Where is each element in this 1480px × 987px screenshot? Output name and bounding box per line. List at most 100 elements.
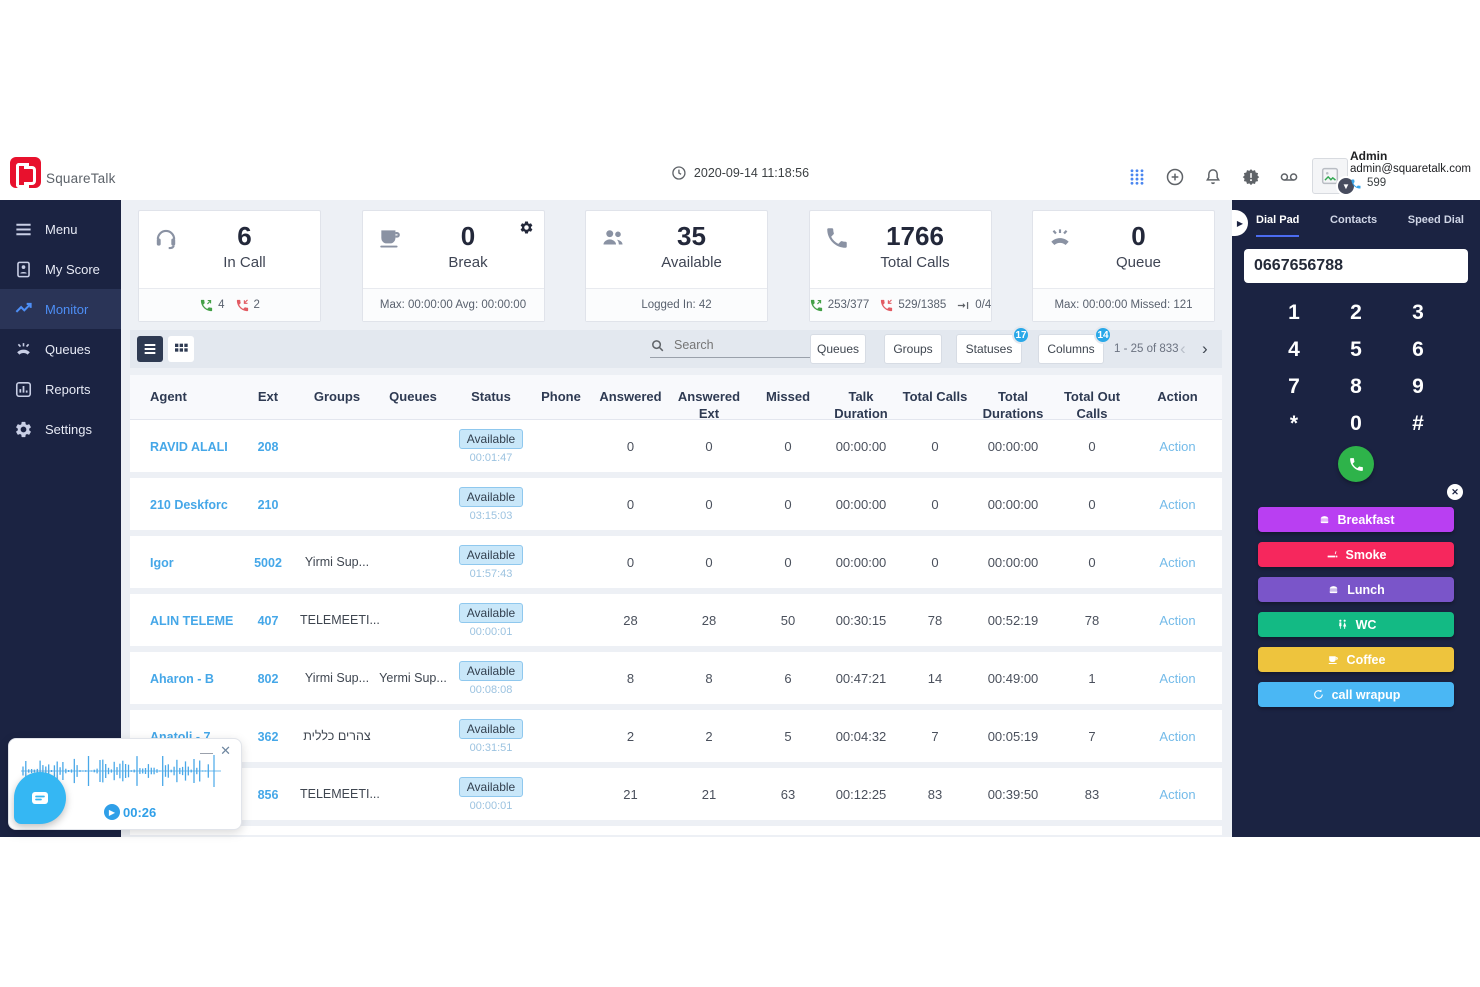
dialpad-key-5[interactable]: 5 bbox=[1350, 338, 1362, 362]
card-footer-stat: 4 bbox=[199, 298, 224, 313]
dialpad-key-4[interactable]: 4 bbox=[1288, 338, 1300, 362]
phone-icon bbox=[824, 225, 850, 251]
agent-name-link[interactable]: Igor bbox=[150, 556, 174, 570]
row-action-link[interactable]: Action bbox=[1159, 671, 1195, 686]
list-view-toggle[interactable] bbox=[137, 336, 163, 362]
status-badge: Available bbox=[459, 661, 523, 681]
card-value: 35 bbox=[626, 221, 757, 252]
dialpad-key-2[interactable]: 2 bbox=[1350, 301, 1362, 325]
close-statuses-button[interactable]: ✕ bbox=[1447, 484, 1463, 500]
agent-ext-link[interactable]: 407 bbox=[258, 614, 279, 628]
sidebar-item-menu[interactable]: Menu bbox=[0, 209, 121, 249]
card-value: 0 bbox=[403, 221, 534, 252]
column-header-missed: Missed bbox=[749, 375, 827, 419]
chat-launcher-button[interactable] bbox=[14, 772, 66, 824]
dialpad-key-star[interactable]: * bbox=[1290, 412, 1298, 436]
voicemail-icon[interactable] bbox=[1278, 166, 1299, 187]
add-circle-icon[interactable] bbox=[1164, 166, 1185, 187]
status-button-smoke[interactable]: Smoke bbox=[1258, 542, 1454, 567]
tab-contacts[interactable]: Contacts bbox=[1330, 214, 1377, 237]
filter-button-columns[interactable]: Columns 14 bbox=[1038, 334, 1104, 364]
pagination-label: 1 - 25 of 833 bbox=[1114, 343, 1179, 355]
total-out-calls: 7 bbox=[1051, 729, 1133, 744]
dialpad-key-0[interactable]: 0 bbox=[1350, 412, 1362, 436]
tab-speed-dial[interactable]: Speed Dial bbox=[1408, 214, 1464, 237]
status-button-lunch[interactable]: Lunch bbox=[1258, 577, 1454, 602]
tab-dial-pad[interactable]: Dial Pad bbox=[1256, 214, 1299, 237]
row-action-link[interactable]: Action bbox=[1159, 613, 1195, 628]
total-out-calls: 0 bbox=[1051, 439, 1133, 454]
total-durations: 00:49:00 bbox=[975, 671, 1051, 686]
sidebar-item-monitor[interactable]: Monitor bbox=[0, 289, 121, 329]
phone-incoming-icon bbox=[809, 298, 824, 313]
grid-view-toggle[interactable] bbox=[168, 336, 194, 362]
user-extension: 599 bbox=[1350, 177, 1471, 190]
status-button-call-wrapup[interactable]: call wrapup bbox=[1258, 682, 1454, 707]
status-badge: Available bbox=[459, 429, 523, 449]
agent-status-cell: Available 00:00:01 bbox=[452, 603, 530, 638]
meal-icon bbox=[1318, 513, 1331, 526]
dialpad-key-hash[interactable]: # bbox=[1412, 412, 1424, 436]
status-badge: Available bbox=[459, 603, 523, 623]
row-action-link[interactable]: Action bbox=[1159, 729, 1195, 744]
alerts-gear-icon[interactable] bbox=[1240, 166, 1261, 187]
status-button-wc[interactable]: WC bbox=[1258, 612, 1454, 637]
card-label: Total Calls bbox=[850, 254, 981, 271]
sidebar-item-queues[interactable]: Queues bbox=[0, 329, 121, 369]
call-button[interactable] bbox=[1338, 446, 1374, 482]
agent-ext-link[interactable]: 802 bbox=[258, 672, 279, 686]
dialpad-key-3[interactable]: 3 bbox=[1412, 301, 1424, 325]
search-input[interactable] bbox=[672, 337, 825, 353]
next-page-button[interactable]: › bbox=[1202, 339, 1208, 359]
sidebar-item-settings[interactable]: Settings bbox=[0, 409, 121, 449]
prev-page-button[interactable]: ‹ bbox=[1180, 339, 1186, 359]
filter-button-queues[interactable]: Queues bbox=[810, 334, 866, 364]
play-icon[interactable]: ▶ bbox=[104, 804, 120, 820]
answered-ext-count: 0 bbox=[669, 497, 749, 512]
notifications-icon[interactable] bbox=[1202, 166, 1223, 187]
dialpad-key-9[interactable]: 9 bbox=[1412, 375, 1424, 399]
dial-number-input[interactable] bbox=[1244, 249, 1468, 283]
agent-ext-link[interactable]: 210 bbox=[258, 498, 279, 512]
answered-count: 0 bbox=[592, 555, 669, 570]
column-header-total-out-calls: Total Out Calls bbox=[1051, 375, 1133, 419]
filter-button-groups[interactable]: Groups bbox=[884, 334, 942, 364]
dialpad-grid-icon[interactable] bbox=[1126, 166, 1147, 187]
agent-name-link[interactable]: 210 Deskforc bbox=[150, 498, 228, 512]
sidebar-item-reports[interactable]: Reports bbox=[0, 369, 121, 409]
row-action-link[interactable]: Action bbox=[1159, 497, 1195, 512]
status-button-coffee[interactable]: Coffee bbox=[1258, 647, 1454, 672]
dialpad-key-1[interactable]: 1 bbox=[1288, 301, 1300, 325]
row-action-link[interactable]: Action bbox=[1159, 787, 1195, 802]
agent-name-link[interactable]: ALIN TELEME bbox=[150, 614, 233, 628]
minimize-player-icon[interactable]: — bbox=[200, 745, 213, 760]
sidebar-item-my-score[interactable]: My Score bbox=[0, 249, 121, 289]
agent-ext-link[interactable]: 5002 bbox=[254, 556, 282, 570]
row-action-link[interactable]: Action bbox=[1159, 439, 1195, 454]
dialpad-key-7[interactable]: 7 bbox=[1288, 375, 1300, 399]
agent-ext-link[interactable]: 208 bbox=[258, 440, 279, 454]
answered-ext-count: 2 bbox=[669, 729, 749, 744]
phone-missed-icon bbox=[235, 298, 250, 313]
missed-count: 50 bbox=[749, 613, 827, 628]
logo: SquareTalk bbox=[10, 157, 116, 188]
card-label: In Call bbox=[179, 254, 310, 271]
filter-button-statuses[interactable]: Statuses 17 bbox=[956, 334, 1022, 364]
answered-count: 28 bbox=[592, 613, 669, 628]
coffee-small-icon bbox=[1327, 653, 1340, 666]
status-button-breakfast[interactable]: Breakfast bbox=[1258, 507, 1454, 532]
column-header-total-durations: Total Durations bbox=[975, 375, 1051, 419]
logo-text: SquareTalk bbox=[46, 171, 116, 188]
dialpad-key-6[interactable]: 6 bbox=[1412, 338, 1424, 362]
dialpad-key-8[interactable]: 8 bbox=[1350, 375, 1362, 399]
agent-ext-link[interactable]: 362 bbox=[258, 730, 279, 744]
total-calls: 83 bbox=[895, 787, 975, 802]
clock-icon bbox=[671, 165, 687, 181]
agent-name-link[interactable]: Aharon - B bbox=[150, 672, 214, 686]
card-footer-text: Max: 00:00:00 Missed: 121 bbox=[1054, 299, 1192, 311]
close-player-icon[interactable]: ✕ bbox=[220, 743, 231, 759]
agent-ext-link[interactable]: 856 bbox=[258, 788, 279, 802]
user-info[interactable]: Admin admin@squaretalk.com 599 bbox=[1350, 150, 1471, 190]
agent-name-link[interactable]: RAVID ALALI bbox=[150, 440, 228, 454]
row-action-link[interactable]: Action bbox=[1159, 555, 1195, 570]
